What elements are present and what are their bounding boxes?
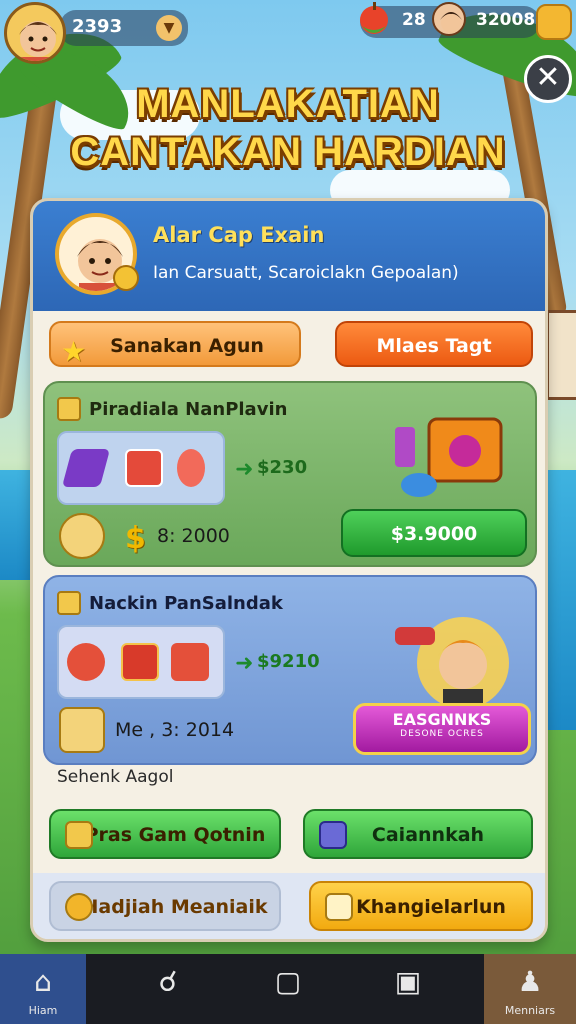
tag-icon — [57, 591, 81, 615]
profile-icon: ♟ — [517, 965, 543, 998]
tab-left-label: Sanakan Agun — [110, 335, 264, 357]
offer-2-badge-button[interactable]: EASGNNKS DESONE OCRES — [353, 703, 531, 755]
friend-avatar[interactable] — [432, 2, 466, 36]
nav-square[interactable]: ▢ — [240, 954, 336, 1024]
potion-icon — [177, 449, 205, 487]
nav-friends[interactable]: ☌ — [120, 954, 216, 1024]
arrow-right-icon: ➜ — [235, 457, 254, 482]
tab-left-button[interactable]: ★ Sanakan Agun — [49, 321, 301, 368]
bottom-nav: ⌂ Hiam ☌ ▢ ▣ ♟ Menniars — [0, 954, 576, 1024]
square-icon: ▢ — [274, 965, 302, 998]
offer-card-1: Piradiala NanPlavin ➜ $230 $ 8: 2000 $3.… — [43, 381, 537, 567]
offer-1-title: Piradiala NanPlavin — [89, 399, 288, 420]
title-line-2: CANTAKAN HARDIAN — [70, 130, 506, 174]
offer-2-price: $9210 — [257, 651, 320, 672]
treasure-chest-icon — [385, 405, 525, 505]
tab-right-button[interactable]: Mlaes Tagt — [335, 321, 533, 367]
action-left-label: Pras Gam Qotnin — [84, 824, 266, 846]
star-icon: ★ — [61, 335, 87, 368]
chest-item-icon — [121, 643, 159, 681]
offer-2-footer-label: Sehenk Aagol — [57, 767, 174, 787]
offer-2-title: Nackin PanSalndak — [89, 593, 283, 614]
offer-2-badge-line-1: EASGNNKS — [392, 710, 492, 729]
level-pill[interactable]: 2393 ▼ — [60, 10, 188, 46]
offer-2-badge-line-2: DESONE OCRES — [400, 729, 484, 739]
sword-icon — [61, 449, 111, 487]
level-value: 2393 — [72, 16, 123, 37]
title-line-1: MANLAKATIAN — [136, 82, 440, 126]
action-right-label: Caiannkah — [371, 824, 485, 846]
resource-1-value: 28 — [402, 10, 426, 30]
coin-badge-icon — [113, 265, 139, 291]
arrow-right-icon: ➜ — [235, 651, 254, 676]
shop-panel: Alar Cap Exain Ian Carsuatt, Scaroiclakn… — [30, 198, 548, 942]
ticket-icon — [325, 893, 353, 921]
offer-1-sub-amount: 8: 2000 — [157, 525, 230, 547]
offer-1-items — [57, 431, 225, 505]
tab-right-label: Mlaes Tagt — [376, 335, 492, 357]
daily-gift-label: Hadjiah Meaniaik — [82, 896, 268, 918]
nav-home-label: Hiam — [28, 1004, 58, 1017]
character-item-icon — [67, 643, 105, 681]
package-icon — [65, 821, 93, 849]
offer-2-items — [57, 625, 225, 699]
action-left-button[interactable]: Pras Gam Qotnin — [49, 809, 281, 859]
nav-bag[interactable]: ▣ — [360, 954, 456, 1024]
nav-home[interactable]: ⌂ Hiam — [0, 954, 86, 1024]
daily-gift-button[interactable]: Hadjiah Meaniaik — [49, 881, 281, 931]
ticket-icon — [59, 707, 105, 753]
coin-icon[interactable] — [536, 4, 572, 40]
player-avatar[interactable] — [4, 2, 66, 64]
top-hud: 2393 ▼ 28 32008 — [0, 0, 576, 70]
offer-1-buy-button[interactable]: $3.9000 — [341, 509, 527, 557]
hero-character-icon — [393, 607, 523, 717]
action-right-button[interactable]: Caiannkah — [303, 809, 533, 859]
dollar-icon: $ — [125, 521, 146, 556]
home-icon: ⌂ — [34, 965, 52, 998]
chevron-down-icon[interactable]: ▼ — [156, 15, 182, 41]
gift-item-icon — [171, 643, 209, 681]
offer-2-sub-amount: Me , 3: 2014 — [115, 719, 235, 741]
redeem-button[interactable]: Khangielarlun — [309, 881, 533, 931]
offer-1-price: $230 — [257, 457, 308, 478]
gift-icon — [125, 449, 163, 487]
bag-icon: ▣ — [394, 965, 422, 998]
nav-profile-label: Menniars — [504, 1004, 556, 1017]
resource-2-value: 32008 — [476, 10, 536, 30]
nav-profile[interactable]: ♟ Menniars — [484, 954, 576, 1024]
apple-icon — [356, 0, 392, 40]
offer-1-buy-label: $3.9000 — [390, 523, 478, 545]
coin-stack-icon — [65, 893, 93, 921]
profile-subtitle: Ian Carsuatt, Scaroiclakn Gepoalan) — [153, 263, 459, 283]
tag-icon — [57, 397, 81, 421]
friends-icon: ☌ — [158, 965, 178, 998]
cube-icon — [319, 821, 347, 849]
profile-header: Alar Cap Exain Ian Carsuatt, Scaroiclakn… — [33, 201, 545, 311]
redeem-label: Khangielarlun — [356, 896, 506, 918]
profile-name: Alar Cap Exain — [153, 223, 325, 247]
character-icon — [59, 513, 105, 559]
offer-card-2: Nackin PanSalndak ➜ $9210 Me , 3: 2014 E… — [43, 575, 537, 765]
